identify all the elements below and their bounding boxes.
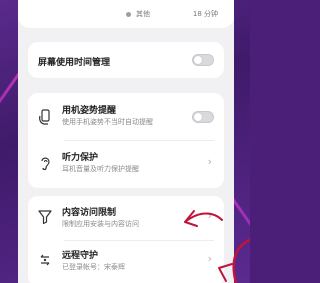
- posture-row[interactable]: 用机姿势提醒 使用手机姿势不当时自动提醒: [28, 93, 224, 140]
- remote-title: 远程守护: [62, 251, 99, 261]
- ear-icon: [41, 157, 50, 171]
- hearing-title: 听力保护: [62, 153, 99, 163]
- content-row[interactable]: 内容访问限制 限制应用安装与内容访问 ›: [28, 196, 224, 240]
- phone-hand-icon: [39, 109, 50, 125]
- usage-category: 其他: [126, 9, 150, 19]
- chevron-right-icon: ›: [207, 252, 212, 265]
- category-dot-icon: [126, 11, 131, 17]
- health-card: 用机姿势提醒 使用手机姿势不当时自动提醒 听力保护 耳机音量及听力保护提醒 ›: [28, 93, 224, 188]
- content-title: 内容访问限制: [62, 208, 117, 218]
- posture-title: 用机姿势提醒: [62, 106, 117, 116]
- hearing-subtitle: 耳机音量及听力保护提醒: [62, 165, 139, 173]
- filter-icon: [38, 210, 52, 225]
- hearing-row[interactable]: 听力保护 耳机音量及听力保护提醒 ›: [28, 141, 224, 188]
- screen-time-row[interactable]: 屏幕使用时间管理: [28, 42, 224, 78]
- posture-toggle[interactable]: [192, 111, 214, 123]
- chevron-right-icon: ›: [207, 155, 212, 168]
- screen-time-toggle[interactable]: [192, 54, 214, 66]
- remote-subtitle: 已登录帐号：宋泰辉: [62, 263, 125, 271]
- usage-row[interactable]: 其他 18 分钟: [18, 0, 234, 28]
- remote-row[interactable]: 远程守护 已登录帐号：宋泰辉 ›: [28, 241, 224, 283]
- screen-time-card: 屏幕使用时间管理: [28, 42, 224, 78]
- remote-guard-icon: [40, 254, 50, 266]
- chevron-right-icon: ›: [207, 209, 212, 222]
- category-label: 其他: [136, 10, 150, 18]
- screen-time-label: 屏幕使用时间管理: [38, 58, 111, 68]
- restriction-card: 内容访问限制 限制应用安装与内容访问 › 远程守护 已登录帐号：宋泰辉 ›: [28, 196, 224, 283]
- posture-subtitle: 使用手机姿势不当时自动提醒: [62, 118, 153, 126]
- content-subtitle: 限制应用安装与内容访问: [62, 220, 139, 228]
- phone-screen: 其他 18 分钟 屏幕使用时间管理 用机姿势提醒 使用手机姿势不当时自动提醒 听…: [18, 0, 234, 283]
- usage-duration: 18 分钟: [192, 10, 218, 18]
